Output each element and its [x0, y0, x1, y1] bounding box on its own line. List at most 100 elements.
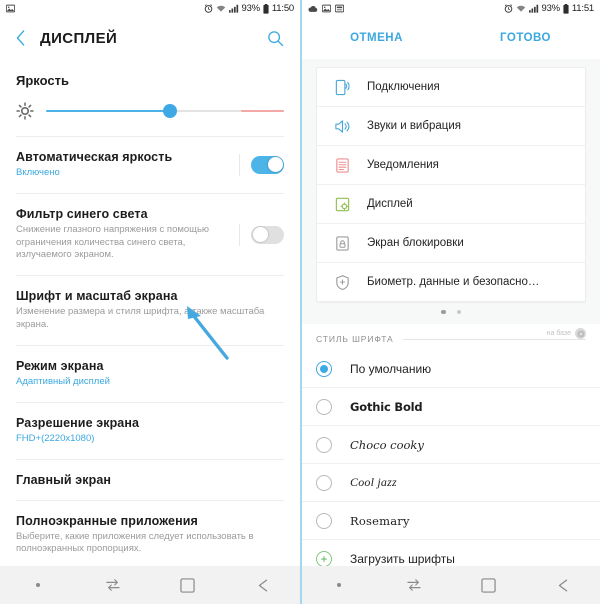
preview-item-label: Экран блокировки	[367, 237, 464, 249]
shield-icon	[331, 271, 353, 293]
connections-icon	[331, 76, 353, 98]
screenshot-icon	[334, 4, 345, 13]
recents-dot-icon[interactable]	[0, 583, 75, 587]
radio-button[interactable]	[316, 436, 332, 453]
pager-dot-active[interactable]	[441, 309, 446, 315]
row-title: Шрифт и масштаб экрана	[16, 289, 178, 304]
font-preview-card: Подключения Звуки и вибрация Уведомления	[316, 67, 586, 302]
row-subtitle: Изменение размера и стиля шрифта, а такж…	[16, 306, 265, 331]
row-subtitle: Снижение глазного напряжения с помощью о…	[16, 223, 210, 261]
row-subtitle: Адаптивный дисплей	[16, 375, 110, 387]
brightness-slider-row[interactable]	[16, 88, 284, 137]
row-title: Полноэкранные приложения	[16, 513, 198, 528]
display-icon	[331, 193, 353, 215]
font-option-choco-cooky[interactable]: Choco cooky	[302, 425, 600, 463]
row-home-screen[interactable]: Главный экран	[16, 460, 284, 501]
row-title: Режим экрана	[16, 358, 104, 373]
right-content: Подключения Звуки и вибрация Уведомления	[302, 59, 600, 566]
alarm-icon	[204, 4, 213, 13]
brightness-slider-track[interactable]	[46, 104, 284, 118]
row-title: Главный экран	[16, 472, 112, 487]
pager-dot[interactable]	[456, 309, 461, 315]
slider-warm-range	[241, 110, 284, 112]
right-phone-screen: 93% 11:51 ОТМЕНА ГОТОВО Подключения Звук…	[300, 0, 600, 604]
preview-item-sounds: Звуки и вибрация	[317, 106, 585, 145]
multitask-icon[interactable]	[75, 578, 150, 592]
font-option-default[interactable]: По умолчанию	[302, 350, 600, 387]
wifi-icon	[516, 4, 526, 13]
cloud-icon	[308, 5, 318, 13]
download-fonts-label: Загрузить шрифты	[350, 551, 455, 566]
row-blue-light-filter[interactable]: Фильтр синего света Снижение глазного на…	[16, 194, 284, 277]
radio-button[interactable]	[316, 360, 332, 377]
preview-item-biometrics: Биометр. данные и безопасно…	[317, 262, 585, 301]
left-content-scroll[interactable]: Яркость Автоматическая яркость Включено …	[0, 59, 300, 571]
row-screen-mode[interactable]: Режим экрана Адаптивный дисплей	[16, 346, 284, 403]
preview-item-label: Дисплей	[367, 198, 413, 210]
status-right-icons: 93% 11:50	[204, 3, 294, 14]
preview-item-connections: Подключения	[317, 68, 585, 106]
auto-brightness-toggle[interactable]	[251, 155, 284, 174]
signal-icon	[528, 4, 539, 13]
divider	[239, 153, 240, 176]
left-navigation-bar	[0, 566, 300, 604]
status-right-icons: 93% 11:51	[504, 3, 594, 14]
row-texts: Фильтр синего света Снижение глазного на…	[16, 207, 239, 262]
font-option-label: Choco cooky	[350, 437, 424, 452]
home-square-icon[interactable]	[150, 577, 225, 593]
preview-item-display: Дисплей	[317, 184, 585, 223]
preview-item-label: Биометр. данные и безопасно…	[367, 276, 540, 288]
brightness-label: Яркость	[16, 73, 69, 88]
font-option-gothic-bold[interactable]: Gothic Bold	[302, 387, 600, 425]
row-fullscreen-apps[interactable]: Полноэкранные приложения Выберите, какие…	[16, 501, 284, 571]
preview-pager-dots[interactable]	[302, 302, 600, 322]
font-option-rosemary[interactable]: Rosemary	[302, 501, 600, 539]
row-auto-brightness[interactable]: Автоматическая яркость Включено	[16, 137, 284, 194]
clock-time: 11:50	[271, 3, 294, 14]
slider-thumb[interactable]	[162, 104, 177, 118]
toggle-knob	[267, 157, 283, 173]
blue-light-toggle[interactable]	[251, 225, 284, 244]
row-subtitle: FHD+(2220x1080)	[16, 432, 95, 444]
row-subtitle: Выберите, какие приложения следует испол…	[16, 530, 254, 555]
cancel-button[interactable]: ОТМЕНА	[302, 32, 451, 44]
radio-button[interactable]	[316, 512, 332, 529]
lock-icon	[331, 232, 353, 254]
back-arrow-icon[interactable]	[526, 578, 600, 593]
plus-circle-icon[interactable]: +	[316, 550, 332, 566]
clock-time: 11:51	[571, 3, 594, 14]
multitask-icon[interactable]	[377, 578, 452, 592]
left-status-bar: 93% 11:50	[0, 0, 300, 17]
font-option-cool-jazz[interactable]: Cool jazz	[302, 463, 600, 501]
toggle-knob	[252, 227, 268, 243]
preview-item-label: Подключения	[367, 81, 440, 93]
back-chevron-icon[interactable]	[10, 27, 32, 49]
home-square-icon[interactable]	[451, 577, 526, 593]
search-icon[interactable]	[264, 27, 286, 49]
recents-dot-icon[interactable]	[302, 583, 377, 587]
brand-label: на базе	[546, 330, 571, 337]
dual-screenshot: 93% 11:50 ДИСПЛЕЙ Яркость Автоматическая…	[0, 0, 600, 604]
radio-button[interactable]	[316, 398, 332, 415]
download-fonts-row[interactable]: + Загрузить шрифты	[302, 539, 600, 566]
row-screen-resolution[interactable]: Разрешение экрана FHD+(2220x1080)	[16, 403, 284, 460]
back-arrow-icon[interactable]	[225, 578, 300, 593]
sound-icon	[331, 115, 353, 137]
font-option-label: Gothic Bold	[350, 399, 423, 414]
alarm-icon	[504, 4, 513, 13]
row-texts: Автоматическая яркость Включено	[16, 150, 239, 180]
font-option-label: Cool jazz	[350, 475, 397, 489]
radio-button[interactable]	[316, 474, 332, 491]
row-title: Фильтр синего света	[16, 206, 148, 221]
battery-percent: 93%	[241, 3, 261, 14]
font-style-header-label: СТИЛЬ ШРИФТА	[316, 334, 394, 344]
row-font-and-screen-zoom[interactable]: Шрифт и масштаб экрана Изменение размера…	[16, 276, 284, 346]
brand-circle-icon	[575, 328, 586, 339]
slider-filled	[46, 110, 170, 112]
preview-item-label: Уведомления	[367, 159, 439, 171]
brightness-sun-icon	[16, 102, 34, 120]
left-phone-screen: 93% 11:50 ДИСПЛЕЙ Яркость Автоматическая…	[0, 0, 300, 604]
font-editor-top-bar: ОТМЕНА ГОТОВО	[302, 17, 600, 60]
battery-icon	[563, 3, 569, 14]
done-button[interactable]: ГОТОВО	[451, 32, 600, 44]
